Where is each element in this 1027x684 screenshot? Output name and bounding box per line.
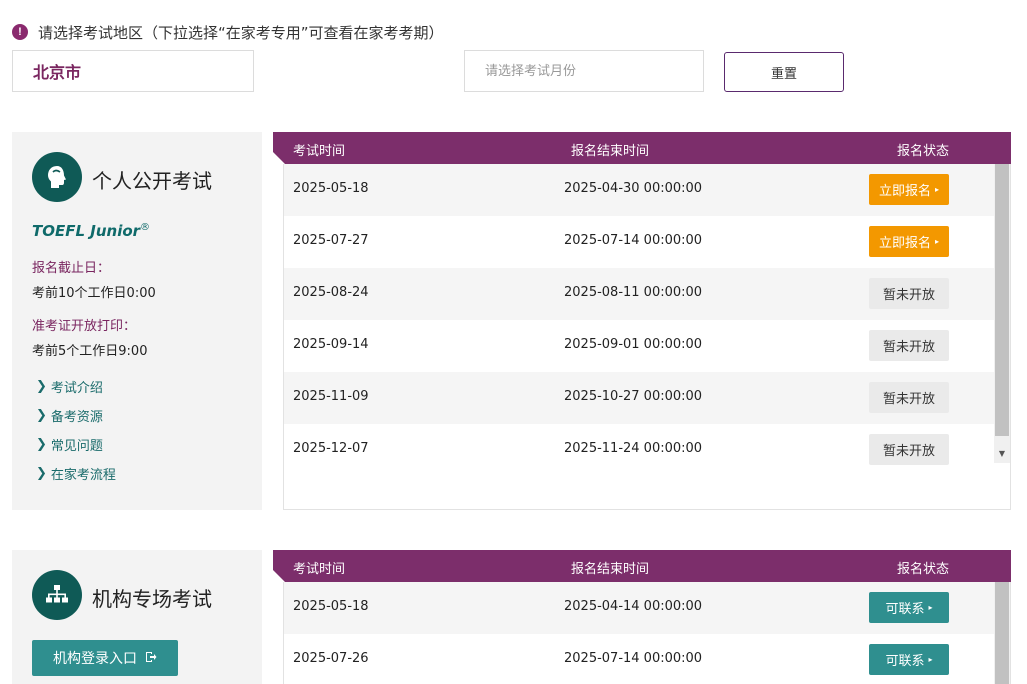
reset-button-label: 重置 [770, 66, 797, 82]
status-label: 可联系 [885, 602, 925, 617]
status-label: 暂未开放 [882, 392, 935, 407]
table-row: 2025-07-26 2025-07-14 00:00:00 可联系 ▸ [284, 634, 1010, 684]
header-exam-date: 考试时间 [293, 144, 346, 159]
contact-button[interactable]: 可联系 ▸ [869, 644, 949, 675]
not-open-badge: 暂未开放 [869, 382, 949, 413]
org-chart-icon [32, 570, 82, 620]
link-faq[interactable]: ❯ 常见问题 [36, 430, 116, 459]
org-exam-title: 机构专场考试 [92, 587, 212, 611]
header-registration-status: 报名状态 [897, 562, 950, 577]
chevron-right-icon: ❯ [36, 437, 47, 452]
caret-right-icon: ▸ [935, 237, 940, 246]
admission-label: 准考证开放打印： [32, 319, 137, 334]
org-login-button[interactable]: 机构登录入口 [32, 640, 178, 676]
public-exam-card: 个人公开考试 TOEFL Junior® 报名截止日： 考前10个工作日0:00… [12, 132, 262, 510]
brand-name: TOEFL Junior [32, 222, 141, 240]
head-profile-icon [32, 152, 82, 202]
exam-date: 2025-09-14 [293, 337, 369, 352]
status-label: 暂未开放 [882, 340, 935, 355]
scrollbar-thumb[interactable] [995, 582, 1009, 684]
registration-end: 2025-07-14 00:00:00 [564, 233, 703, 248]
public-exam-title: 个人公开考试 [92, 169, 212, 193]
table-row: 2025-05-18 2025-04-30 00:00:00 立即报名 ▸ [284, 164, 1010, 216]
header-registration-end: 报名结束时间 [571, 144, 650, 159]
exclamation-icon: ! [12, 24, 28, 40]
caret-right-icon: ▸ [928, 655, 933, 664]
org-login-label: 机构登录入口 [53, 651, 137, 667]
month-select-input[interactable] [464, 50, 704, 92]
exam-date: 2025-08-24 [293, 285, 369, 300]
table-scrollbar[interactable] [994, 164, 1010, 463]
link-label: 在家考流程 [50, 468, 116, 483]
status-label: 暂未开放 [882, 288, 935, 303]
notice-text: 请选择考试地区（下拉选择“在家考专用”可查看在家考考期） [38, 23, 444, 42]
exam-date: 2025-12-07 [293, 441, 369, 456]
table-row: 2025-12-07 2025-11-24 00:00:00 暂未开放 [284, 424, 1010, 476]
toefl-junior-logo: TOEFL Junior® [32, 222, 150, 240]
register-now-button[interactable]: 立即报名 ▸ [869, 226, 949, 257]
admission-value: 考前5个工作日9:00 [32, 344, 148, 359]
sign-in-icon [145, 651, 157, 666]
link-prep-resources[interactable]: ❯ 备考资源 [36, 401, 116, 430]
header-exam-date: 考试时间 [293, 562, 346, 577]
registration-end: 2025-07-14 00:00:00 [564, 651, 703, 666]
table-row: 2025-09-14 2025-09-01 00:00:00 暂未开放 [284, 320, 1010, 372]
status-label: 暂未开放 [882, 444, 935, 459]
exam-date: 2025-05-18 [293, 181, 369, 196]
table-row: 2025-07-27 2025-07-14 00:00:00 立即报名 ▸ [284, 216, 1010, 268]
header-registration-end: 报名结束时间 [571, 562, 650, 577]
registration-end: 2025-04-14 00:00:00 [564, 599, 703, 614]
registration-end: 2025-04-30 00:00:00 [564, 181, 703, 196]
chevron-right-icon: ❯ [36, 379, 47, 394]
deadline-value: 考前10个工作日0:00 [32, 286, 156, 301]
org-exam-table: 考试时间 报名结束时间 报名状态 2025-05-18 2025-04-14 0… [273, 550, 1011, 684]
table-scrollbar[interactable] [994, 582, 1010, 684]
registration-end: 2025-11-24 00:00:00 [564, 441, 703, 456]
chevron-right-icon: ❯ [36, 408, 47, 423]
not-open-badge: 暂未开放 [869, 330, 949, 361]
scrollbar-thumb[interactable] [995, 164, 1009, 436]
info-links: ❯ 考试介绍 ❯ 备考资源 ❯ 常见问题 ❯ 在家考流程 [36, 372, 116, 488]
caret-right-icon: ▸ [928, 603, 933, 612]
status-label: 立即报名 [878, 184, 931, 199]
exam-date: 2025-11-09 [293, 389, 369, 404]
header-registration-status: 报名状态 [897, 144, 950, 159]
contact-button[interactable]: 可联系 ▸ [869, 592, 949, 623]
link-home-exam-process[interactable]: ❯ 在家考流程 [36, 459, 116, 488]
chevron-right-icon: ❯ [36, 466, 47, 481]
status-label: 立即报名 [878, 236, 931, 251]
public-exam-table: 考试时间 报名结束时间 报名状态 2025-05-18 2025-04-30 0… [273, 132, 1011, 510]
deadline-label: 报名截止日： [32, 261, 111, 276]
link-label: 备考资源 [50, 410, 103, 425]
table-row: 2025-08-24 2025-08-11 00:00:00 暂未开放 [284, 268, 1010, 320]
link-label: 常见问题 [50, 439, 103, 454]
region-select[interactable]: 北京市 [12, 50, 254, 92]
registration-end: 2025-09-01 00:00:00 [564, 337, 703, 352]
table-body[interactable]: 2025-05-18 2025-04-14 00:00:00 可联系 ▸ 2025… [283, 582, 1011, 684]
table-row: 2025-05-18 2025-04-14 00:00:00 可联系 ▸ [284, 582, 1010, 634]
exam-date: 2025-07-27 [293, 233, 369, 248]
link-exam-intro[interactable]: ❯ 考试介绍 [36, 372, 116, 401]
region-select-value: 北京市 [33, 63, 82, 82]
registration-end: 2025-08-11 00:00:00 [564, 285, 703, 300]
registration-end: 2025-10-27 00:00:00 [564, 389, 703, 404]
region-notice: ! 请选择考试地区（下拉选择“在家考专用”可查看在家考考期） [12, 22, 444, 42]
brand-mark: ® [140, 222, 151, 233]
link-label: 考试介绍 [50, 381, 103, 396]
status-label: 可联系 [885, 654, 925, 669]
caret-right-icon: ▸ [935, 185, 940, 194]
exam-date: 2025-07-26 [293, 651, 369, 666]
table-header: 考试时间 报名结束时间 报名状态 [273, 132, 1011, 164]
reset-button[interactable]: 重置 [724, 52, 844, 92]
exam-date: 2025-05-18 [293, 599, 369, 614]
table-body[interactable]: 2025-05-18 2025-04-30 00:00:00 立即报名 ▸ 202… [283, 164, 1011, 510]
org-exam-card: 机构专场考试 机构登录入口 [12, 550, 262, 684]
not-open-badge: 暂未开放 [869, 434, 949, 465]
table-row: 2025-11-09 2025-10-27 00:00:00 暂未开放 [284, 372, 1010, 424]
register-now-button[interactable]: 立即报名 ▸ [869, 174, 949, 205]
scroll-down-arrow-icon[interactable]: ▼ [994, 445, 1010, 461]
table-header: 考试时间 报名结束时间 报名状态 [273, 550, 1011, 582]
not-open-badge: 暂未开放 [869, 278, 949, 309]
